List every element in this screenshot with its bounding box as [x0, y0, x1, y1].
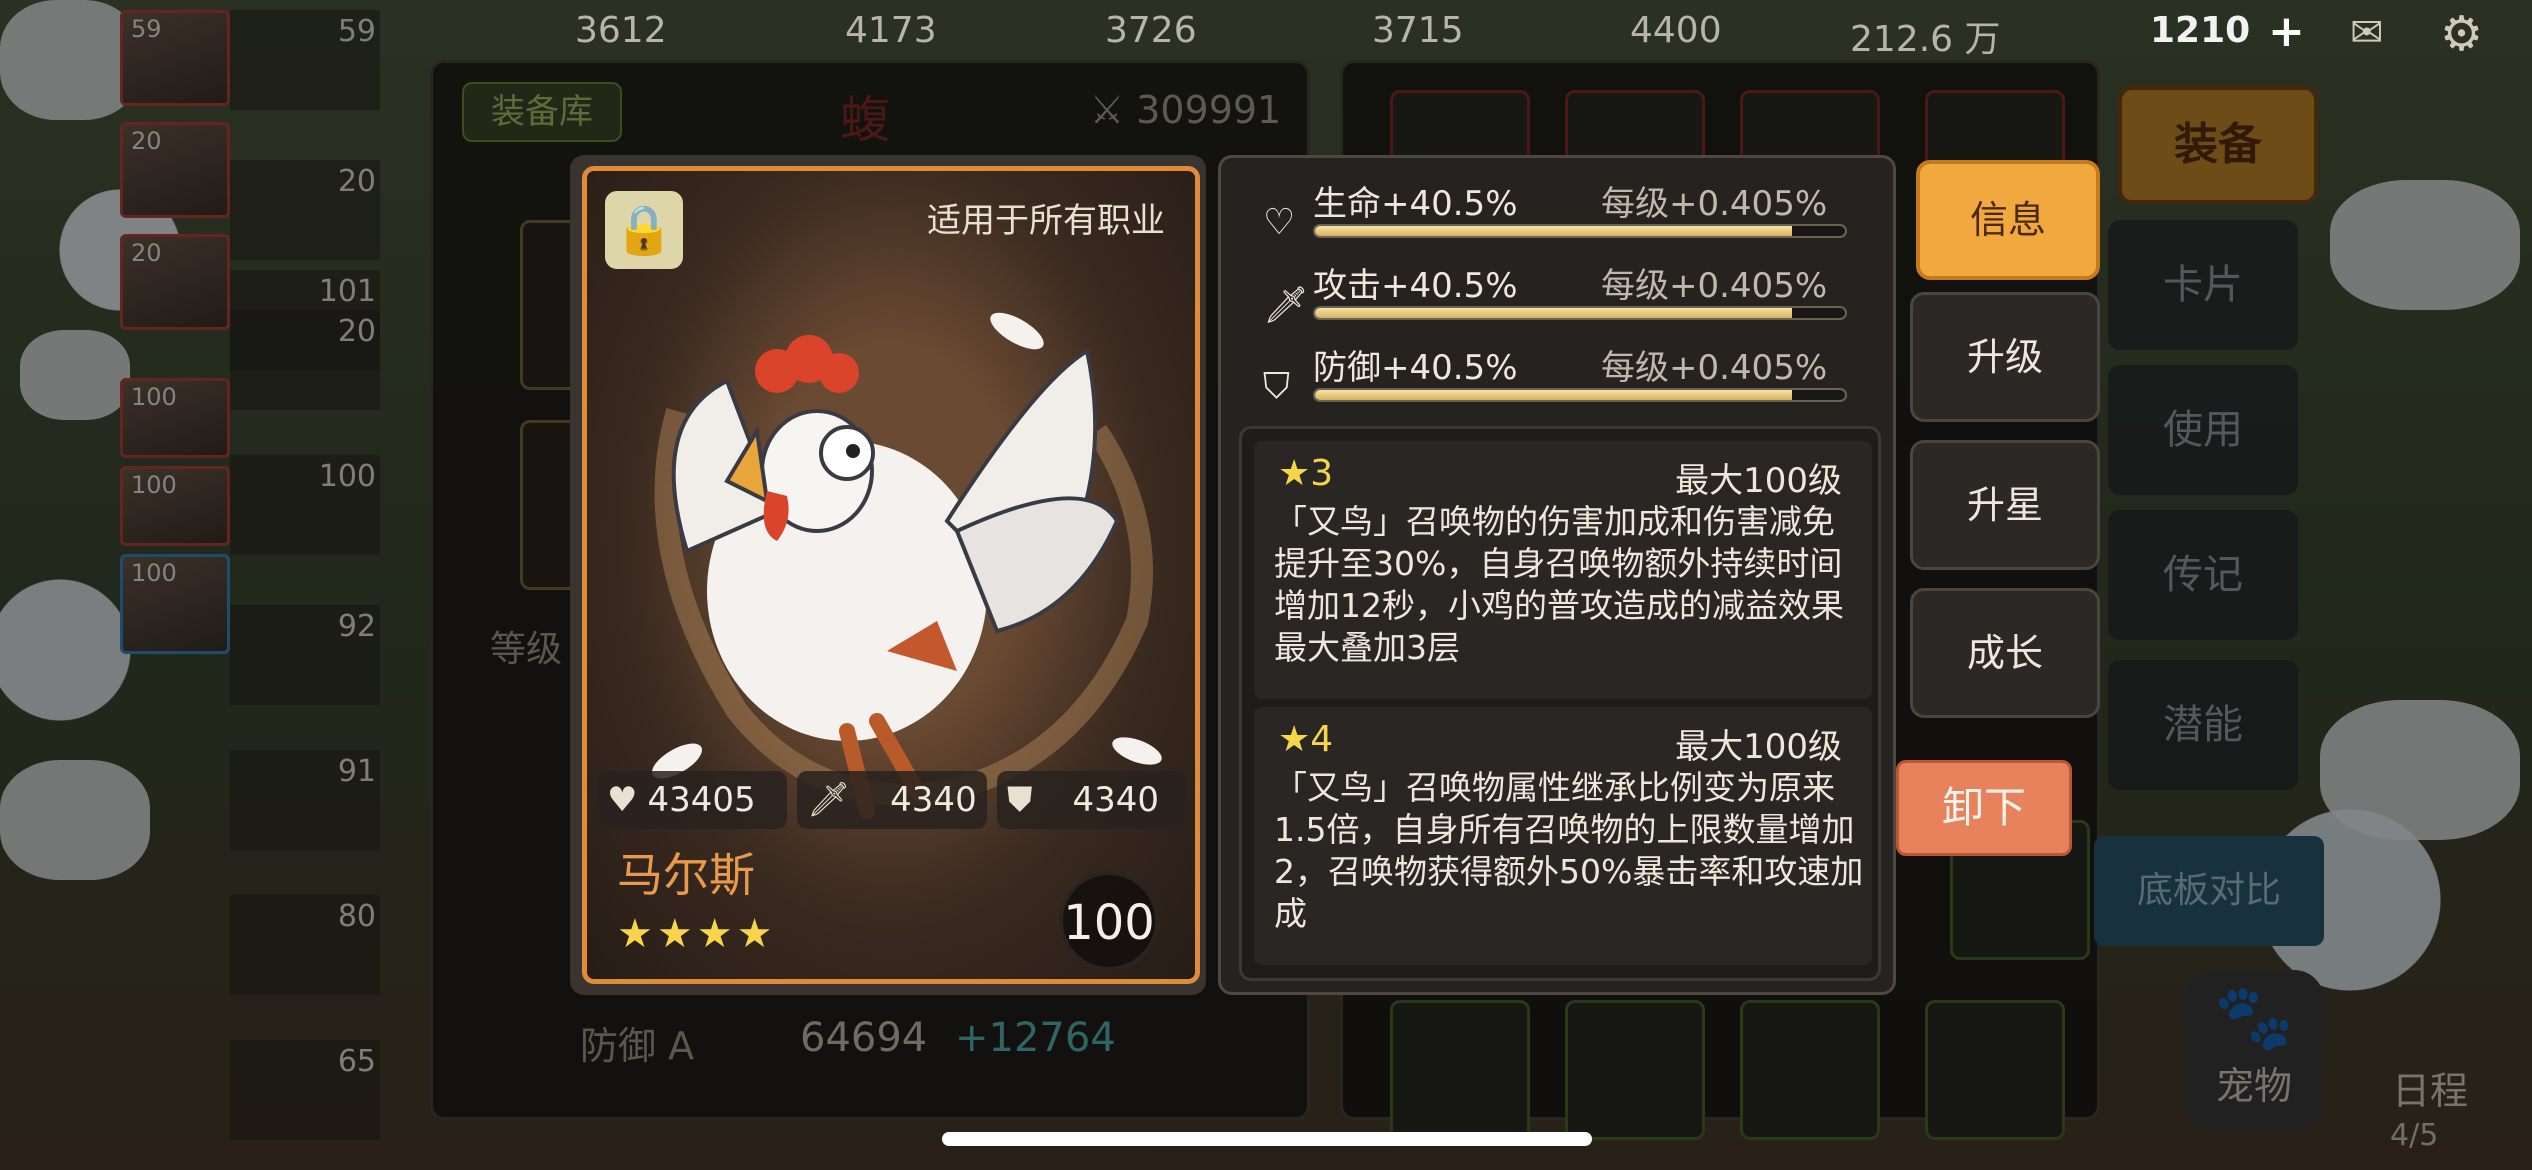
heart-icon: ♥ [607, 780, 638, 820]
class-restriction: 适用于所有职业 [927, 201, 1165, 241]
stat-bar-fill [1315, 226, 1792, 236]
card-defense-stat: ⛊ 4340 [997, 771, 1187, 829]
tab-growth[interactable]: 成长 [1910, 588, 2100, 718]
stat-bar-fill [1315, 308, 1792, 318]
resource-value: 4173 [845, 10, 937, 51]
stat-bar [1313, 224, 1847, 238]
tab-star-up[interactable]: 升星 [1910, 440, 2100, 570]
tab-info[interactable]: 信息 [1916, 160, 2100, 280]
card-attack-value: 4340 [890, 780, 977, 820]
skill-list: ★3 最大100级 「又鸟」召唤物的伤害加成和伤害减免提升至30%，自身召唤物额… [1239, 426, 1881, 981]
skill-star-level: ★4 [1278, 719, 1334, 760]
card-defense-value: 4340 [1072, 780, 1160, 820]
shield-icon: ⛉ [1263, 366, 1291, 407]
stat-attack: 🗡 攻击+40.5% 每级+0.405% [1221, 254, 1899, 334]
add-gems-button[interactable]: + [2268, 6, 2305, 57]
skill-max-level: 最大100级 [1675, 727, 1842, 767]
heart-icon: ♡ [1263, 202, 1296, 243]
chicken-pet-illustration [652, 312, 1162, 819]
pet-name: 马尔斯 [617, 848, 755, 902]
stat-bar [1313, 306, 1847, 320]
gem-value: 1210 [2150, 10, 2251, 51]
stat-per-level: 每级+0.405% [1601, 184, 1828, 224]
gear-icon[interactable]: ⚙ [2440, 6, 2483, 62]
pet-level: 100 [1059, 871, 1159, 971]
sword-icon: 🗡 [1263, 285, 1309, 326]
skill-description: 「又鸟」召唤物属性继承比例变为原来1.5倍，自身所有召唤物的上限数量增加2，召唤… [1274, 768, 1864, 933]
resource-bar: 3612 4173 3726 3715 4400 212.6 万 1210 [540, 0, 2532, 62]
stat-name: 防御+40.5% [1313, 348, 1518, 388]
resource-value: 3715 [1372, 10, 1464, 51]
pet-card: 🔒 适用于所有职业 ♥ 43405 🗡 4340 ⛊ 4340 马尔斯 ★★★★… [582, 166, 1200, 984]
sword-icon: 🗡 [807, 780, 851, 820]
lock-icon[interactable]: 🔒 [605, 191, 683, 269]
stat-bar-fill [1315, 390, 1792, 400]
pet-info-panel: ♡ 生命+40.5% 每级+0.405% 🗡 攻击+40.5% 每级+0.405… [1218, 155, 1896, 995]
resource-value: 4400 [1630, 10, 1722, 51]
skill-star-level: ★3 [1278, 453, 1334, 494]
resource-value: 3612 [575, 10, 667, 51]
stat-name: 生命+40.5% [1313, 184, 1518, 224]
stat-defense: ⛉ 防御+40.5% 每级+0.405% [1221, 336, 1899, 416]
card-attack-stat: 🗡 4340 [797, 771, 987, 829]
skill-description: 「又鸟」召唤物的伤害加成和伤害减免提升至30%，自身召唤物额外持续时间增加12秒… [1274, 502, 1844, 667]
skill-entry: ★3 最大100级 「又鸟」召唤物的伤害加成和伤害减免提升至30%，自身召唤物额… [1254, 441, 1872, 699]
home-indicator[interactable] [942, 1132, 1592, 1146]
shield-icon: ⛊ [1007, 780, 1033, 820]
skill-max-level: 最大100级 [1675, 461, 1842, 501]
mail-icon[interactable]: ✉ [2350, 10, 2384, 56]
pet-stars: ★★★★ [617, 911, 777, 957]
card-hp-value: 43405 [647, 780, 756, 820]
stat-per-level: 每级+0.405% [1601, 348, 1828, 388]
tab-upgrade[interactable]: 升级 [1910, 292, 2100, 422]
gold-value: 212.6 万 [1850, 19, 2001, 60]
skill-entry: ★4 最大100级 「又鸟」召唤物属性继承比例变为原来1.5倍，自身所有召唤物的… [1254, 707, 1872, 965]
stat-bar [1313, 388, 1847, 402]
stat-hp: ♡ 生命+40.5% 每级+0.405% [1221, 172, 1899, 252]
resource-value: 3726 [1105, 10, 1197, 51]
card-hp-stat: ♥ 43405 [597, 771, 787, 829]
stat-per-level: 每级+0.405% [1601, 266, 1828, 306]
stat-name: 攻击+40.5% [1313, 266, 1518, 306]
unequip-button[interactable]: 卸下 [1896, 760, 2072, 856]
